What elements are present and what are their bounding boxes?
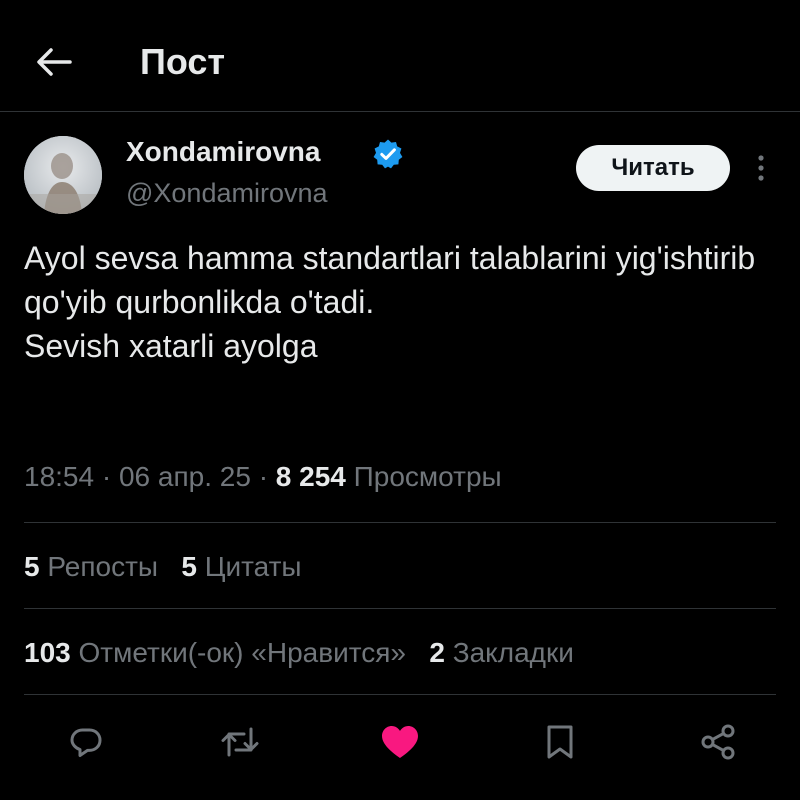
verified-badge-icon bbox=[373, 139, 403, 169]
likes-label: Отметки(-ок) «Нравится» bbox=[78, 637, 406, 668]
bookmark-button[interactable] bbox=[530, 712, 590, 772]
views-count: 8 254 bbox=[275, 461, 346, 492]
page-title: Пост bbox=[140, 41, 226, 82]
quotes-count: 5 bbox=[181, 551, 197, 582]
top-bar: Пост bbox=[0, 0, 800, 112]
divider bbox=[24, 608, 776, 609]
views-label: Просмотры bbox=[353, 461, 502, 492]
follow-button[interactable]: Читать bbox=[576, 145, 730, 191]
reply-button[interactable] bbox=[56, 712, 116, 772]
author-name[interactable]: Xondamirovna bbox=[126, 134, 320, 170]
bookmarks-label: Закладки bbox=[452, 637, 574, 668]
reposts-stat[interactable]: 5 Репосты bbox=[24, 551, 158, 582]
meta-separator: · bbox=[101, 461, 112, 492]
likes-stat[interactable]: 103 Отметки(-ок) «Нравится» bbox=[24, 637, 406, 668]
bookmarks-count: 2 bbox=[429, 637, 445, 668]
reposts-label: Репосты bbox=[47, 551, 159, 582]
arrow-left-icon bbox=[37, 48, 72, 76]
like-icon bbox=[382, 726, 418, 758]
meta-separator: · bbox=[258, 461, 269, 492]
stats-row-likes: 103 Отметки(-ок) «Нравится» 2 Закладки bbox=[24, 634, 574, 672]
bookmark-icon bbox=[547, 725, 573, 759]
more-options-button[interactable] bbox=[748, 148, 774, 188]
quotes-stat[interactable]: 5 Цитаты bbox=[181, 551, 301, 582]
tweet-text: Ayol sevsa hamma standartlari talablarin… bbox=[24, 240, 756, 364]
action-bar bbox=[0, 712, 800, 772]
share-icon bbox=[701, 724, 735, 760]
profile-photo bbox=[24, 136, 102, 214]
avatar[interactable] bbox=[24, 136, 102, 214]
share-button[interactable] bbox=[688, 712, 748, 772]
back-button[interactable] bbox=[30, 40, 78, 84]
reply-icon bbox=[70, 728, 102, 757]
retweet-icon bbox=[221, 727, 259, 757]
bookmarks-stat[interactable]: 2 Закладки bbox=[429, 637, 574, 668]
divider bbox=[24, 522, 776, 523]
retweet-button[interactable] bbox=[210, 712, 270, 772]
more-vertical-icon bbox=[758, 155, 764, 181]
quotes-label: Цитаты bbox=[204, 551, 302, 582]
tweet-time[interactable]: 18:54 bbox=[24, 461, 94, 492]
like-button[interactable] bbox=[370, 712, 430, 772]
tweet-date[interactable]: 06 апр. 25 bbox=[119, 461, 251, 492]
divider bbox=[24, 694, 776, 695]
author-handle[interactable]: @Xondamirovna bbox=[126, 176, 328, 210]
likes-count: 103 bbox=[24, 637, 71, 668]
reposts-count: 5 bbox=[24, 551, 40, 582]
tweet-meta: 18:54 · 06 апр. 25 · 8 254 Просмотры bbox=[24, 458, 502, 496]
stats-row-reposts: 5 Репосты 5 Цитаты bbox=[24, 548, 302, 586]
